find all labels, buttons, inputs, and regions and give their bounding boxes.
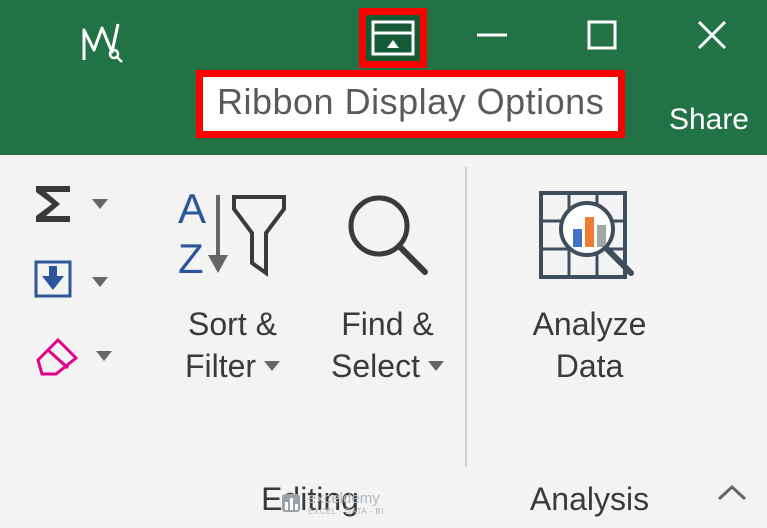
ribbon-display-tooltip: Ribbon Display Options — [196, 70, 625, 138]
watermark: exceldemy EXCEL · DATA · BI — [280, 490, 384, 516]
collapse-ribbon-button[interactable] — [715, 481, 749, 510]
find-select-label-1: Find & — [341, 304, 433, 346]
ribbon: A Z Sort & Filter — [0, 155, 767, 528]
find-select-label-2: Select — [331, 346, 420, 388]
analysis-group: Analyze Data Analysis — [467, 155, 712, 528]
sort-filter-icon: A Z — [178, 185, 288, 285]
sort-filter-label-2: Filter — [185, 346, 256, 388]
close-button[interactable] — [657, 3, 767, 68]
analysis-group-label: Analysis — [467, 481, 712, 518]
dropdown-caret-icon — [92, 277, 108, 287]
window-controls — [359, 0, 767, 70]
share-button[interactable]: Share — [669, 103, 749, 137]
watermark-icon — [280, 492, 302, 514]
clear-button[interactable] — [30, 336, 112, 376]
find-select-button[interactable]: Find & Select — [310, 155, 465, 460]
eraser-icon — [30, 336, 84, 376]
analyze-data-label-2: Data — [556, 346, 624, 388]
ribbon-display-options-button[interactable] — [359, 8, 427, 68]
tooltip-text: Ribbon Display Options — [217, 81, 604, 122]
analyze-data-label-1: Analyze — [533, 304, 647, 346]
dropdown-caret-icon — [264, 361, 280, 371]
watermark-tag: EXCEL · DATA · BI — [308, 507, 384, 516]
autosum-button[interactable] — [30, 180, 108, 228]
share-label: Share — [669, 103, 749, 136]
chevron-up-icon — [715, 481, 749, 505]
editing-small-buttons — [0, 155, 155, 528]
quick-access-icon[interactable] — [78, 20, 124, 71]
analyze-data-button[interactable]: Analyze Data — [533, 155, 647, 528]
dropdown-caret-icon — [92, 199, 108, 209]
sort-filter-button[interactable]: A Z Sort & Filter — [155, 155, 310, 460]
sigma-icon — [30, 180, 80, 228]
sort-filter-label-1: Sort & — [188, 304, 277, 346]
watermark-brand: exceldemy — [308, 490, 384, 507]
minimize-button[interactable] — [437, 3, 547, 68]
titlebar: Ribbon Display Options Share — [0, 0, 767, 155]
analyze-data-icon — [535, 185, 645, 285]
svg-text:Z: Z — [178, 235, 204, 282]
dropdown-caret-icon — [428, 361, 444, 371]
magnify-icon — [343, 190, 433, 280]
fill-down-icon — [30, 258, 80, 306]
fill-button[interactable] — [30, 258, 108, 306]
dropdown-caret-icon — [96, 351, 112, 361]
maximize-button[interactable] — [547, 3, 657, 68]
svg-text:A: A — [178, 185, 206, 232]
editing-group: A Z Sort & Filter — [155, 155, 465, 528]
